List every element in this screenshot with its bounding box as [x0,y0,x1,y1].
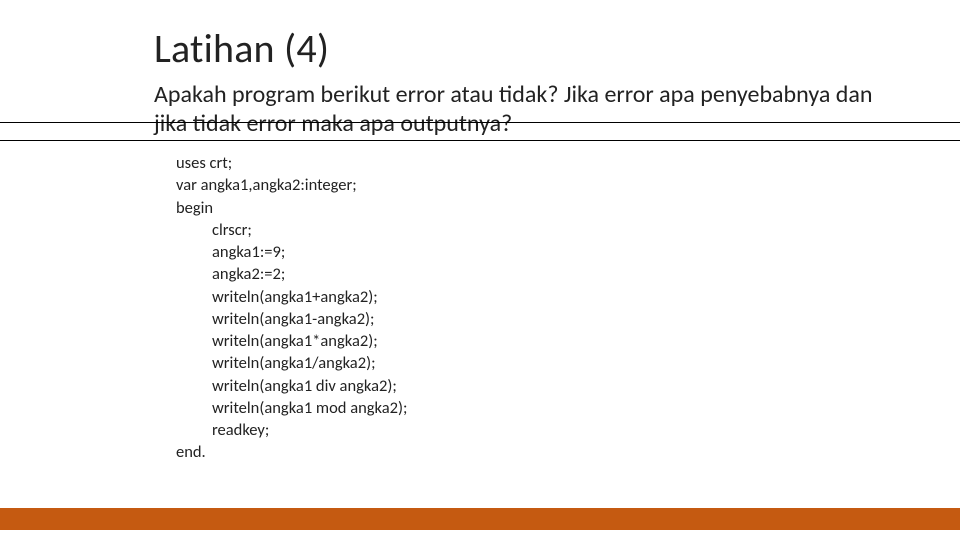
horizontal-rule-bottom [0,140,960,141]
code-line: writeln(angka1*angka2); [176,330,407,352]
code-line: writeln(angka1-angka2); [176,308,407,330]
code-line: var angka1,angka2:integer; [176,174,407,196]
code-line: writeln(angka1+angka2); [176,286,407,308]
slide-subtitle: Apakah program berikut error atau tidak?… [154,80,874,139]
code-line: end. [176,441,407,463]
footer-accent-bar [0,508,960,530]
code-line: angka1:=9; [176,241,407,263]
code-line: angka2:=2; [176,263,407,285]
horizontal-rule-top [0,122,960,123]
code-line: uses crt; [176,152,407,174]
code-line: begin [176,197,407,219]
code-line: writeln(angka1/angka2); [176,352,407,374]
code-line: writeln(angka1 div angka2); [176,375,407,397]
code-block: uses crt; var angka1,angka2:integer; beg… [176,152,407,464]
code-line: readkey; [176,419,407,441]
code-line: clrscr; [176,219,407,241]
code-line: writeln(angka1 mod angka2); [176,397,407,419]
slide-title: Latihan (4) [154,24,329,73]
